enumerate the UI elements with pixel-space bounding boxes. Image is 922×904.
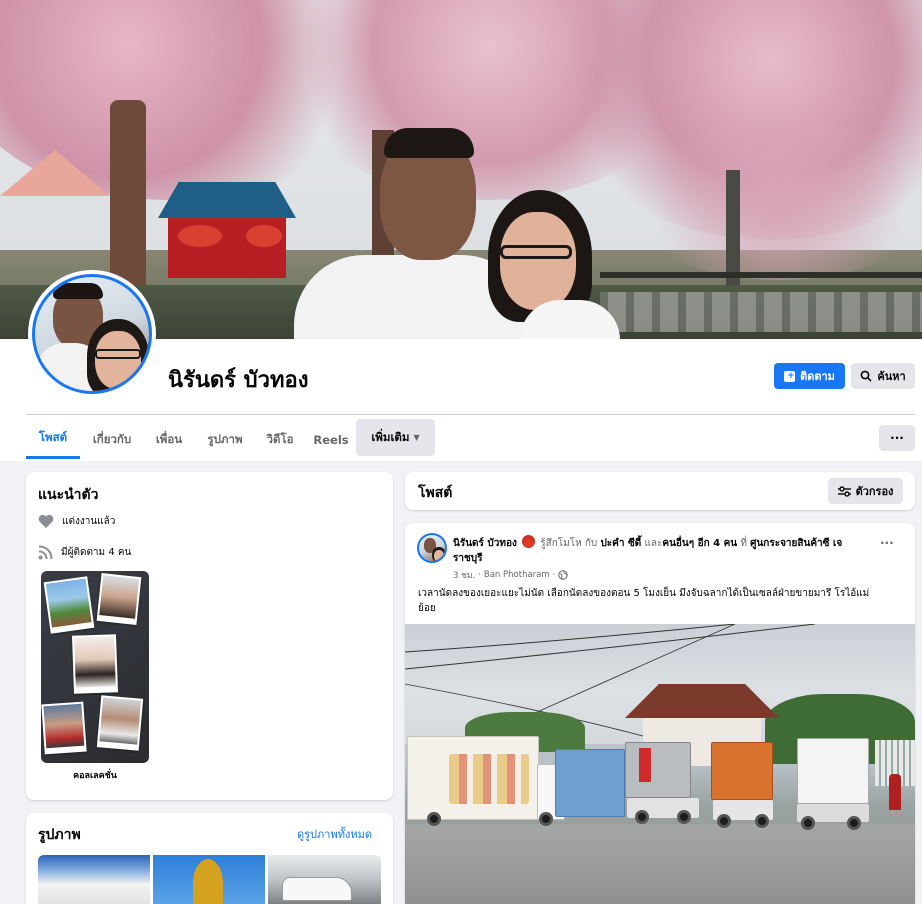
tab-label: เกี่ยวกับ <box>92 431 132 446</box>
search-button[interactable]: ค้นหา <box>851 363 915 389</box>
tab-label: วิดีโอ <box>266 431 294 446</box>
relationship-text: แต่งงานแล้ว <box>62 516 116 527</box>
post-image[interactable] <box>405 624 915 904</box>
profile-name: นิรันดร์ บัวทอง <box>168 368 309 393</box>
meta-separator: · <box>478 570 481 580</box>
follow-icon: + <box>784 370 796 382</box>
post-others-link[interactable]: คนอื่นๆ อีก 4 คน <box>662 538 737 549</box>
tab-posts[interactable]: โพสต์ <box>26 420 80 459</box>
post-location[interactable]: Ban Photharam <box>484 570 550 580</box>
tab-more[interactable]: เพิ่มเติม ▼ <box>356 419 435 456</box>
tab-label: เพื่อน <box>155 431 183 446</box>
tab-label: เพิ่มเติม <box>371 429 410 444</box>
post-header-text: นิรันดร์ บัวทอง รู้สึกโมโห กับ ปะคำ ซีดี… <box>453 535 871 566</box>
tab-label: Reels <box>313 432 349 447</box>
post-author-name[interactable]: นิรันดร์ บัวทอง <box>453 538 517 549</box>
angry-emoji-icon <box>522 535 536 548</box>
profile-avatar[interactable] <box>28 270 156 398</box>
meta-separator: · <box>552 570 556 580</box>
tab-label: โพสต์ <box>38 430 68 444</box>
photos-title: รูปภาพ <box>38 827 81 843</box>
post-text: เวลานัดลงของเยอะแยะไม่นัด เลือกนัดลงของต… <box>418 588 870 614</box>
tab-about[interactable]: เกี่ยวกับ <box>84 420 140 459</box>
tab-photos[interactable]: รูปภาพ <box>198 420 252 459</box>
post-author-avatar[interactable] <box>417 533 447 563</box>
filter-label: ตัวกรอง <box>855 485 894 498</box>
photo-thumbnail[interactable] <box>268 855 381 904</box>
collection-label[interactable]: คอลเลคชั่น <box>41 768 149 782</box>
relationship-row: แต่งงานแล้ว <box>38 514 115 529</box>
follow-button[interactable]: + ติดตาม <box>774 363 845 389</box>
caret-down-icon: ▼ <box>413 433 420 442</box>
photo-thumbnail[interactable] <box>38 855 150 904</box>
post-tagged-person[interactable]: ปะคำ ซีดี้ <box>600 538 641 549</box>
globe-icon <box>558 570 569 580</box>
post-and-label: และ <box>644 538 663 549</box>
see-all-photos-link[interactable]: ดูรูปภาพทั้งหมด <box>297 825 372 843</box>
tab-label: รูปภาพ <box>207 431 243 446</box>
heart-icon <box>38 514 54 528</box>
post-at-label: ที่ <box>740 538 747 549</box>
post-meta: 3 ชม. · Ban Photharam · <box>453 568 569 582</box>
rss-icon <box>38 545 53 560</box>
intro-title: แนะนำตัว <box>38 487 99 503</box>
post-feeling: รู้สึกโมโห กับ <box>540 538 598 549</box>
photo-thumbnail[interactable] <box>153 855 265 904</box>
profile-more-button[interactable]: ··· <box>879 425 915 451</box>
search-label: ค้นหา <box>877 370 906 383</box>
more-icon: ··· <box>890 431 904 445</box>
posts-title: โพสต์ <box>418 485 453 501</box>
post-more-button[interactable]: ··· <box>880 536 894 550</box>
tab-reels[interactable]: Reels <box>308 420 354 459</box>
followers-text: มีผู้ติดตาม 4 คน <box>61 547 132 558</box>
cover-photo[interactable] <box>0 0 922 339</box>
filter-icon <box>837 485 851 497</box>
header-divider <box>26 414 915 415</box>
search-icon <box>860 370 872 382</box>
tab-videos[interactable]: วิดีโอ <box>258 420 302 459</box>
post-time[interactable]: 3 ชม. <box>453 568 475 582</box>
collection-thumbnail[interactable] <box>41 571 149 763</box>
tab-friends[interactable]: เพื่อน <box>146 420 192 459</box>
followers-row[interactable]: มีผู้ติดตาม 4 คน <box>38 545 131 560</box>
filter-button[interactable]: ตัวกรอง <box>828 478 903 504</box>
follow-label: ติดตาม <box>800 370 835 383</box>
